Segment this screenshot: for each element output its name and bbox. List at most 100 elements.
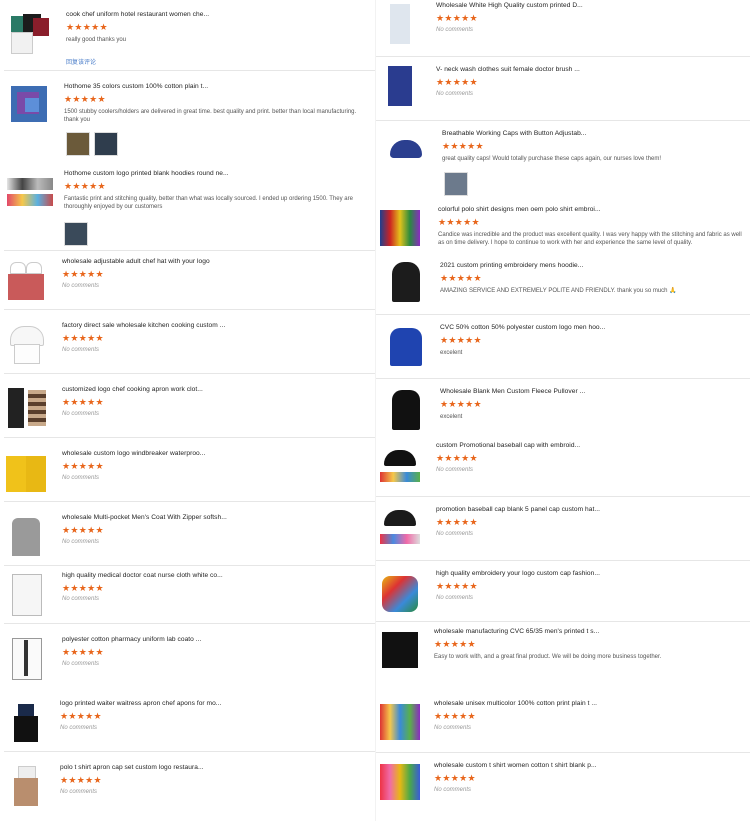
product-thumbnail[interactable] xyxy=(378,628,422,672)
review-item: high quality embroidery your logo custom… xyxy=(376,566,750,626)
rating-stars: ★★★★★ xyxy=(64,181,106,191)
no-comments-text: No comments xyxy=(436,91,474,97)
product-title[interactable]: polyester cotton pharmacy uniform lab co… xyxy=(62,636,201,643)
product-title[interactable]: high quality embroidery your logo custom… xyxy=(436,570,600,577)
product-thumbnail[interactable] xyxy=(7,10,51,54)
rating-stars: ★★★★★ xyxy=(434,711,476,721)
product-thumbnail[interactable] xyxy=(4,700,48,744)
product-thumbnail[interactable] xyxy=(378,206,422,250)
product-thumbnail[interactable] xyxy=(378,506,422,550)
product-title[interactable]: polo t shirt apron cap set custom logo r… xyxy=(60,764,204,771)
product-thumbnail[interactable] xyxy=(4,636,48,680)
product-title[interactable]: cook chef uniform hotel restaurant women… xyxy=(66,11,209,18)
product-thumbnail[interactable] xyxy=(384,388,428,432)
product-thumbnail[interactable] xyxy=(7,82,51,126)
rating-stars: ★★★★★ xyxy=(436,453,478,463)
review-item: Hothome 35 colors custom 100% cotton pla… xyxy=(0,74,375,164)
product-title[interactable]: logo printed waiter waitress apron chef … xyxy=(60,700,221,707)
review-comment: Fantastic print and stitching quality, b… xyxy=(64,196,353,210)
rating-stars: ★★★★★ xyxy=(66,22,108,32)
review-item: factory direct sale wholesale kitchen co… xyxy=(0,314,375,378)
product-title[interactable]: V- neck wash clothes suit female doctor … xyxy=(436,66,580,73)
product-thumbnail[interactable] xyxy=(378,2,422,46)
product-title[interactable]: wholesale manufacturing CVC 65/35 men's … xyxy=(434,628,599,635)
product-thumbnail[interactable] xyxy=(378,760,422,804)
rating-stars: ★★★★★ xyxy=(436,517,478,527)
product-title[interactable]: Hothome custom logo printed blank hoodie… xyxy=(64,170,229,177)
product-thumbnail[interactable] xyxy=(378,64,422,108)
product-thumbnail[interactable] xyxy=(384,260,428,304)
review-item: V- neck wash clothes suit female doctor … xyxy=(376,58,750,122)
product-thumbnail[interactable] xyxy=(4,258,48,302)
product-title[interactable]: Wholesale Blank Men Custom Fleece Pullov… xyxy=(440,388,585,395)
rating-stars: ★★★★★ xyxy=(64,94,106,104)
product-title[interactable]: custom Promotional baseball cap with emb… xyxy=(436,442,580,449)
product-thumbnail[interactable] xyxy=(378,444,422,488)
row-separator xyxy=(4,751,375,752)
product-thumbnail[interactable] xyxy=(4,572,48,616)
product-thumbnail[interactable] xyxy=(378,572,422,616)
review-item: Wholesale White High Quality custom prin… xyxy=(376,0,750,58)
product-title[interactable]: promotion baseball cap blank 5 panel cap… xyxy=(436,506,600,513)
product-title[interactable]: wholesale adjustable adult chef hat with… xyxy=(62,258,210,265)
product-thumbnail[interactable] xyxy=(4,764,48,808)
product-title[interactable]: customized logo chef cooking apron work … xyxy=(62,386,203,393)
product-title[interactable]: colorful polo shirt designs men oem polo… xyxy=(438,206,601,213)
review-item: Wholesale Blank Men Custom Fleece Pullov… xyxy=(376,380,750,442)
product-title[interactable]: wholesale custom t shirt women cotton t … xyxy=(434,762,597,769)
row-separator xyxy=(376,560,750,561)
row-separator xyxy=(4,437,375,438)
product-title[interactable]: high quality medical doctor coat nurse c… xyxy=(62,572,223,579)
review-photo[interactable] xyxy=(66,132,90,156)
rating-stars: ★★★★★ xyxy=(440,399,482,409)
product-thumbnail[interactable] xyxy=(7,170,53,214)
row-separator xyxy=(376,56,750,57)
product-title[interactable]: wholesale Multi-pocket Men's Coat With Z… xyxy=(62,514,227,521)
product-title[interactable]: factory direct sale wholesale kitchen co… xyxy=(62,322,225,329)
review-item: customized logo chef cooking apron work … xyxy=(0,378,375,442)
rating-stars: ★★★★★ xyxy=(436,77,478,87)
row-separator xyxy=(4,501,375,502)
product-thumbnail[interactable] xyxy=(4,450,48,494)
review-photo[interactable] xyxy=(444,172,468,196)
product-title[interactable]: Breathable Working Caps with Button Adju… xyxy=(442,130,586,137)
product-thumbnail[interactable] xyxy=(384,128,428,172)
product-thumbnail[interactable] xyxy=(4,386,48,430)
review-item: 2021 custom printing embroidery mens hoo… xyxy=(376,254,750,318)
product-thumbnail[interactable] xyxy=(4,514,48,558)
review-photo[interactable] xyxy=(94,132,118,156)
product-thumbnail[interactable] xyxy=(378,700,422,744)
product-title[interactable]: Hothome 35 colors custom 100% cotton pla… xyxy=(64,83,208,90)
review-comment: Candice was incredible and the product w… xyxy=(438,232,742,246)
no-comments-text: No comments xyxy=(62,661,100,667)
review-photo[interactable] xyxy=(64,222,88,246)
product-thumbnail[interactable] xyxy=(384,324,428,368)
reply-link[interactable]: 回复该评论 xyxy=(66,57,96,66)
review-comment: AMAZING SERVICE AND EXTREMELY POLITE AND… xyxy=(440,288,677,294)
product-title[interactable]: 2021 custom printing embroidery mens hoo… xyxy=(440,262,583,269)
review-item: wholesale manufacturing CVC 65/35 men's … xyxy=(376,622,750,692)
no-comments-text: No comments xyxy=(62,411,100,417)
row-separator xyxy=(376,314,750,315)
review-comment: excelent xyxy=(440,350,463,356)
product-thumbnail[interactable] xyxy=(4,322,48,366)
rating-stars: ★★★★★ xyxy=(62,333,104,343)
no-comments-text: No comments xyxy=(60,789,98,795)
row-separator xyxy=(4,70,375,71)
row-separator xyxy=(4,373,375,374)
rating-stars: ★★★★★ xyxy=(440,273,482,283)
rating-stars: ★★★★★ xyxy=(60,775,102,785)
review-item: wholesale custom t shirt women cotton t … xyxy=(376,756,750,820)
review-item: colorful polo shirt designs men oem polo… xyxy=(376,200,750,258)
product-title[interactable]: wholesale custom logo windbreaker waterp… xyxy=(62,450,205,457)
review-item: high quality medical doctor coat nurse c… xyxy=(0,566,375,630)
product-title[interactable]: Wholesale White High Quality custom prin… xyxy=(436,2,583,9)
product-title[interactable]: wholesale unisex multicolor 100% cotton … xyxy=(434,700,597,707)
review-comment: 1500 stubby coolers/holders are delivere… xyxy=(64,109,357,123)
no-comments-text: No comments xyxy=(436,27,474,33)
rating-stars: ★★★★★ xyxy=(434,639,476,649)
no-comments-text: No comments xyxy=(62,347,100,353)
rating-stars: ★★★★★ xyxy=(436,581,478,591)
rating-stars: ★★★★★ xyxy=(62,583,104,593)
product-title[interactable]: CVC 50% cotton 50% polyester custom logo… xyxy=(440,324,605,331)
